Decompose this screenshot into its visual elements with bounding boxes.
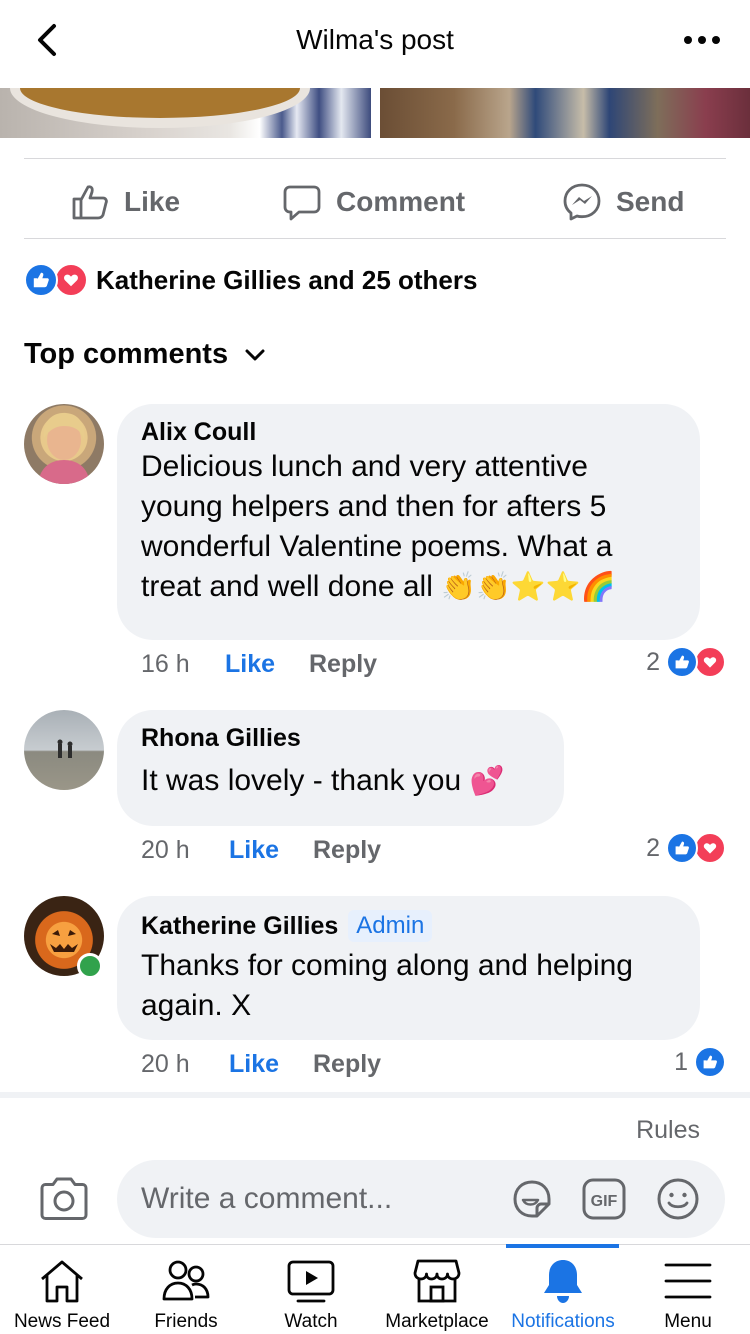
comment-author[interactable]: Alix Coull [141, 418, 676, 447]
comment-like-link[interactable]: Like [229, 1050, 313, 1079]
comment-input[interactable] [141, 1160, 491, 1238]
reactions-summary[interactable]: Katherine Gillies and 25 others [24, 262, 477, 298]
bottom-tab-bar: News Feed Friends Watch Marketplace Noti… [0, 1244, 750, 1334]
comment-emoji: 👏👏⭐⭐🌈 [441, 570, 616, 603]
tab-menu[interactable]: Menu [626, 1245, 750, 1334]
comment-bubble[interactable]: Katherine Gillies Admin Thanks for comin… [117, 896, 700, 1040]
comment-reply-link[interactable]: Reply [313, 836, 381, 865]
comment-sort-label: Top comments [24, 338, 229, 370]
post-actions: Like Comment Send [0, 160, 750, 238]
page-title: Wilma's post [296, 24, 454, 55]
bell-icon [544, 1260, 582, 1303]
svg-text:GIF: GIF [591, 1193, 618, 1210]
tab-label: Notifications [511, 1311, 615, 1332]
tab-label: News Feed [13, 1311, 111, 1332]
gif-icon[interactable]: GIF [581, 1176, 627, 1222]
online-status-dot [77, 953, 103, 979]
tab-notifications[interactable]: Notifications [500, 1245, 626, 1334]
emoji-icon[interactable] [655, 1176, 701, 1222]
tab-friends[interactable]: Friends [124, 1245, 248, 1334]
like-action-button[interactable]: Like [70, 182, 180, 222]
comment-icon [283, 185, 321, 221]
more-options-button[interactable] [682, 28, 722, 52]
tab-label: Friends [154, 1311, 218, 1332]
post-photo-helpers[interactable] [380, 88, 750, 138]
home-icon [41, 1260, 83, 1303]
like-reaction-icon [24, 263, 58, 297]
comment-sort-dropdown[interactable]: Top comments [24, 338, 268, 371]
marketplace-icon [413, 1259, 461, 1303]
send-action-label: Send [616, 186, 685, 217]
comment-reaction-count: 2 [646, 833, 660, 862]
comment-text: It was lovely - thank you 💕 [141, 764, 505, 797]
tab-label: Watch [284, 1311, 338, 1332]
messenger-icon [563, 183, 601, 221]
comment-reaction-count: 1 [674, 1047, 688, 1076]
comment-reactions[interactable]: 2 [646, 832, 726, 864]
comment-emoji: 💕 [469, 764, 505, 797]
comment-time: 20 h [141, 1050, 190, 1078]
comment-meta: 16 h Like Reply [141, 650, 377, 679]
comment-like-link[interactable]: Like [229, 836, 313, 865]
tab-label: Menu [664, 1311, 712, 1332]
comment-author[interactable]: Rhona Gillies [141, 724, 540, 753]
comment-time: 20 h [141, 836, 190, 864]
like-action-label: Like [124, 186, 181, 217]
post-photos [0, 88, 750, 138]
avatar-alix-coull[interactable] [24, 404, 104, 484]
menu-icon [664, 1263, 712, 1299]
love-reaction-icon [694, 646, 726, 678]
comment-time: 16 h [141, 650, 190, 678]
like-reaction-icon [666, 832, 698, 864]
avatar-rhona-gillies[interactable] [24, 710, 104, 790]
comment-reply-link[interactable]: Reply [313, 1050, 381, 1079]
friends-icon [162, 1260, 210, 1301]
comment-bubble[interactable]: Rhona Gillies It was lovely - thank you … [117, 710, 564, 826]
header: Wilma's post [0, 0, 750, 88]
reactions-summary-text: Katherine Gillies and 25 others [96, 264, 478, 295]
tab-marketplace[interactable]: Marketplace [374, 1245, 500, 1334]
comment-reactions[interactable]: 2 [646, 646, 726, 678]
comment-reaction-count: 2 [646, 647, 660, 676]
tab-watch[interactable]: Watch [248, 1245, 374, 1334]
comment-text: Delicious lunch and very attentive young… [141, 450, 616, 603]
comment-author[interactable]: Katherine Gillies [141, 912, 338, 941]
comment-input-container[interactable]: GIF [117, 1160, 725, 1238]
comment-bubble[interactable]: Alix Coull Delicious lunch and very atte… [117, 404, 700, 640]
like-reaction-icon [666, 646, 698, 678]
comment-meta: 20 h Like Reply [141, 1050, 381, 1079]
comment-action-label: Comment [336, 186, 466, 217]
love-reaction-icon [694, 832, 726, 864]
divider [24, 238, 726, 239]
tab-news-feed[interactable]: News Feed [0, 1245, 124, 1334]
send-action-button[interactable]: Send [562, 182, 684, 222]
admin-badge: Admin [348, 910, 433, 942]
love-reaction-icon [54, 263, 88, 297]
comment-action-button[interactable]: Comment [282, 182, 465, 222]
sticker-icon[interactable] [509, 1176, 555, 1222]
chevron-down-icon [245, 349, 265, 360]
comment-like-link[interactable]: Like [225, 650, 309, 679]
camera-icon[interactable] [38, 1176, 90, 1222]
watch-icon [287, 1260, 335, 1303]
comment-composer: Rules GIF [0, 1092, 750, 1244]
thumbs-up-icon [72, 185, 108, 220]
comment-text: Thanks for coming along and helping agai… [141, 949, 633, 1022]
like-reaction-icon [694, 1046, 726, 1078]
comment-reactions[interactable]: 1 [674, 1046, 726, 1078]
post-photo-soup[interactable] [0, 88, 371, 138]
rules-link[interactable]: Rules [636, 1116, 700, 1145]
divider [24, 158, 726, 159]
tab-label: Marketplace [385, 1311, 489, 1332]
comment-reply-link[interactable]: Reply [309, 650, 377, 679]
comment-meta: 20 h Like Reply [141, 836, 381, 865]
